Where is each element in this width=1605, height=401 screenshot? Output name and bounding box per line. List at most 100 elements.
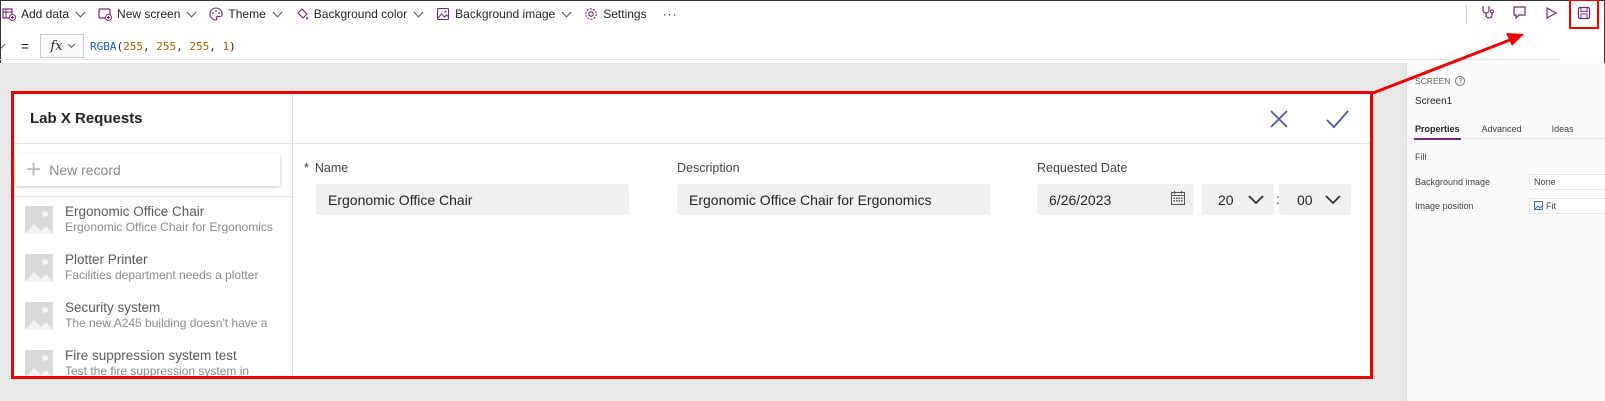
gear-icon (584, 7, 598, 21)
screen-label-text: SCREEN (1415, 76, 1451, 86)
image-placeholder-icon (25, 254, 53, 282)
image-position-label: Image position (1415, 201, 1474, 211)
image-placeholder-icon (25, 206, 53, 234)
chevron-down-icon (186, 7, 197, 17)
hour-dropdown[interactable]: 20 (1202, 184, 1274, 215)
formula-bar: = fx RGBA(255, 255, 255, 1) (0, 33, 1560, 60)
screen-type-label: SCREEN? (1415, 76, 1466, 86)
command-bar: Add data New screen Theme Background col… (0, 0, 1605, 29)
image-placeholder-icon (25, 302, 53, 330)
formula-function-name: RGBA (90, 39, 117, 53)
list-item-title: Fire suppression system test (65, 348, 237, 363)
save-button[interactable] (1569, 0, 1599, 29)
tab-advanced[interactable]: Advanced (1474, 119, 1530, 139)
background-image-value[interactable]: None (1529, 174, 1605, 190)
close-icon (1266, 110, 1292, 136)
new-record-label: New record (49, 162, 121, 178)
settings-label: Settings (603, 7, 647, 21)
background-image-label: Background image (455, 7, 556, 21)
help-icon[interactable]: ? (1455, 76, 1466, 86)
list-item-title: Plotter Printer (65, 252, 148, 267)
app-screen[interactable]: Lab X Requests + New record Ergonomic Of… (11, 91, 1373, 379)
background-image-button[interactable]: Background image (436, 2, 572, 26)
comments-button[interactable] (1503, 0, 1535, 28)
formula-input[interactable]: RGBA(255, 255, 255, 1) (90, 40, 236, 53)
new-screen-label: New screen (117, 7, 181, 21)
description-field[interactable]: Ergonomic Office Chair for Ergonomics (677, 184, 990, 215)
background-color-button[interactable]: Background color (295, 2, 424, 26)
paint-bucket-icon (295, 7, 309, 21)
property-dropdown-chevron[interactable] (0, 33, 10, 60)
formula-blue: 255 (189, 39, 210, 53)
date-picker[interactable]: 6/26/2023 (1037, 184, 1194, 215)
divider (14, 196, 293, 197)
cancel-button[interactable] (1266, 106, 1292, 132)
panel-tabs: Properties Advanced Ideas (1407, 119, 1605, 140)
more-options-button[interactable]: ··· (663, 7, 678, 21)
image-position-value-text: Fit (1546, 201, 1556, 211)
background-image-label: Background image (1415, 177, 1491, 187)
requested-date-label: Requested Date (1037, 161, 1128, 175)
app-title: Lab X Requests (14, 94, 292, 144)
date-value: 6/26/2023 (1049, 191, 1112, 208)
divider (1466, 5, 1467, 23)
fx-icon: fx (50, 38, 63, 54)
gallery-pane: Lab X Requests + New record Ergonomic Of… (14, 94, 293, 376)
play-icon (1544, 6, 1558, 23)
tab-ideas[interactable]: Ideas (1544, 119, 1582, 139)
formula-red: 255 (123, 39, 143, 53)
chevron-down-icon (67, 40, 75, 49)
list-item[interactable]: Fire suppression system test Test the fir… (14, 347, 293, 376)
minute-value: 00 (1297, 191, 1313, 208)
add-data-button[interactable]: Add data (2, 2, 86, 26)
tab-properties[interactable]: Properties (1407, 119, 1468, 140)
new-screen-button[interactable]: New screen (98, 2, 197, 26)
name-label: * Name (304, 161, 348, 175)
image-icon (1534, 200, 1543, 212)
comment-icon (1512, 5, 1527, 23)
records-list: Ergonomic Office Chair Ergonomic Office C… (14, 203, 293, 376)
edit-form-pane: * Name Ergonomic Office Chair Description… (294, 94, 1370, 376)
submit-button[interactable] (1324, 106, 1350, 132)
database-add-icon (2, 7, 16, 21)
description-label: Description (677, 161, 740, 175)
image-position-value[interactable]: Fit (1529, 198, 1605, 214)
list-item-subtitle: Facilities department needs a plotter (65, 268, 259, 282)
image-placeholder-icon (25, 350, 53, 376)
chevron-down-icon (0, 39, 6, 49)
new-record-button[interactable]: + New record (16, 154, 280, 186)
function-button[interactable]: fx (40, 34, 84, 58)
formula-paren: ) (229, 39, 236, 53)
background-image-value-text: None (1534, 177, 1556, 187)
required-marker: * (304, 161, 309, 175)
list-item[interactable]: Ergonomic Office Chair Ergonomic Office C… (14, 203, 293, 251)
name-label-text: Name (314, 161, 349, 175)
hour-value: 20 (1218, 191, 1234, 208)
name-field[interactable]: Ergonomic Office Chair (316, 184, 629, 215)
list-item[interactable]: Security system The new A245 building doe… (14, 299, 293, 347)
chevron-down-icon (75, 7, 86, 17)
theme-label: Theme (228, 7, 266, 21)
calendar-icon[interactable] (1170, 190, 1186, 209)
theme-button[interactable]: Theme (209, 2, 283, 26)
preview-button[interactable] (1535, 0, 1567, 28)
chevron-down-icon (1325, 192, 1341, 208)
add-data-label: Add data (21, 7, 70, 21)
app-checker-button[interactable] (1471, 0, 1503, 28)
minute-dropdown[interactable]: 00 (1279, 184, 1351, 215)
save-icon (1577, 6, 1591, 23)
chevron-down-icon (272, 7, 283, 17)
background-color-label: Background color (313, 7, 408, 21)
list-item-title: Ergonomic Office Chair (65, 204, 205, 219)
list-item[interactable]: Plotter Printer Facilities department nee… (14, 251, 293, 299)
properties-panel: SCREEN? Screen1 Properties Advanced Idea… (1406, 63, 1605, 401)
formula-sep: , (176, 39, 190, 53)
formula-green: 255 (156, 39, 177, 53)
command-bar-right (1466, 0, 1605, 29)
list-item-subtitle: Ergonomic Office Chair for Ergonomics (65, 220, 273, 234)
equals-sign: = (20, 38, 30, 54)
new-screen-icon (98, 7, 113, 21)
settings-button[interactable]: Settings (584, 2, 647, 26)
chevron-down-icon (413, 7, 424, 17)
list-item-title: Security system (65, 300, 161, 315)
